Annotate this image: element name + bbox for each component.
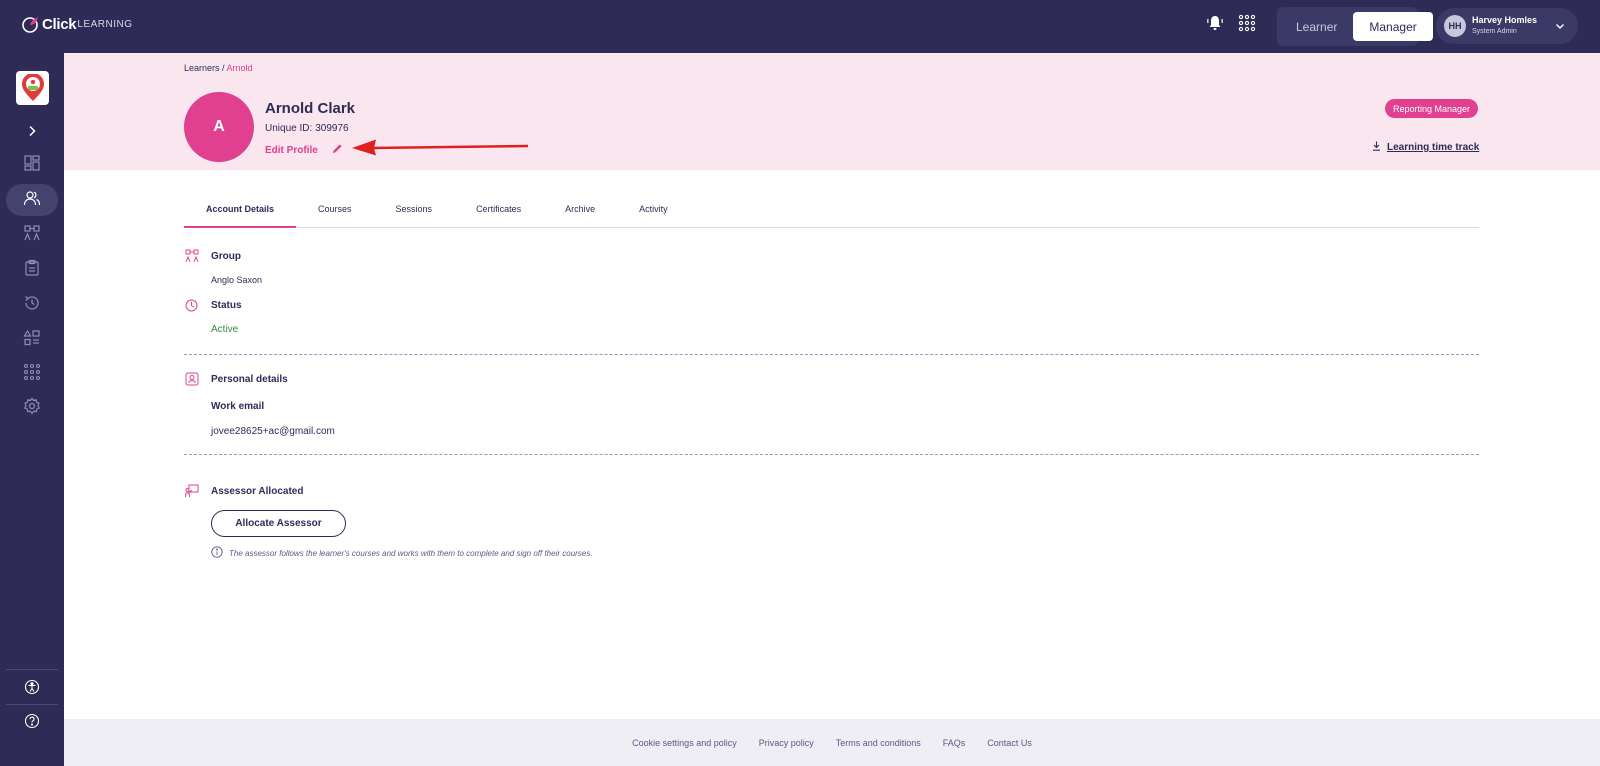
pencil-icon[interactable] <box>332 143 343 157</box>
status-value: Active <box>211 324 239 335</box>
history-icon <box>23 294 41 317</box>
apps-grid-icon[interactable] <box>1238 14 1256 37</box>
tab-account-details[interactable]: Account Details <box>184 196 297 228</box>
group-icon <box>185 249 199 268</box>
learning-time-track-link[interactable]: Learning time track <box>1372 141 1479 154</box>
brand-learning-text: LEARNING <box>77 18 133 30</box>
sidebar-item-learners[interactable] <box>6 184 58 216</box>
learning-time-track-label: Learning time track <box>1387 142 1480 153</box>
clipboard-icon <box>23 259 41 282</box>
accessibility-icon <box>24 679 40 700</box>
work-email-label: Work email <box>211 401 265 412</box>
help-icon <box>24 713 40 734</box>
brand-logo[interactable]: Click LEARNING <box>20 14 132 34</box>
tab-sessions[interactable]: Sessions <box>374 196 455 228</box>
info-icon <box>211 546 223 560</box>
unique-id-label: Unique ID: <box>265 123 313 134</box>
settings-icon <box>23 397 41 420</box>
sidebar-item-history[interactable] <box>6 289 58 321</box>
allocate-assessor-button[interactable]: Allocate Assessor <box>211 510 346 537</box>
unique-id: Unique ID: 309976 <box>265 123 349 134</box>
section-divider <box>184 454 1479 455</box>
annotation-arrow <box>352 138 530 161</box>
dashboard-icon <box>23 154 41 177</box>
edit-profile-label: Edit Profile <box>265 144 318 156</box>
sidebar-item-tasks[interactable] <box>6 254 58 286</box>
organization-logo[interactable] <box>16 71 49 105</box>
breadcrumb: Learners / Arnold <box>184 63 253 73</box>
footer-link-terms[interactable]: Terms and conditions <box>836 738 921 748</box>
footer-link-faqs[interactable]: FAQs <box>943 738 966 748</box>
tab-archive[interactable]: Archive <box>543 196 617 228</box>
work-email-value: jovee28625+ac@gmail.com <box>211 426 335 437</box>
apps-grid-icon <box>23 363 41 386</box>
role-switch: Learner Manager <box>1277 7 1433 46</box>
tab-courses[interactable]: Courses <box>296 196 374 228</box>
sidebar <box>0 53 64 766</box>
sidebar-item-apps[interactable] <box>6 358 58 390</box>
learner-avatar: A <box>184 92 254 162</box>
sidebar-item-reports[interactable] <box>6 324 58 356</box>
status-clock-icon <box>185 299 198 317</box>
top-bar: Click LEARNING Learner Manager HH Harvey… <box>0 0 1600 53</box>
breadcrumb-current: Arnold <box>226 63 253 73</box>
assessor-hint: The assessor follows the learner's cours… <box>211 546 592 560</box>
sidebar-divider <box>6 669 58 670</box>
sidebar-divider <box>6 704 58 705</box>
profile-tabs: Account Details Courses Sessions Certifi… <box>184 196 1479 228</box>
assessor-allocated-label: Assessor Allocated <box>211 486 304 497</box>
sidebar-item-help[interactable] <box>6 707 58 739</box>
assessor-hint-text: The assessor follows the learner's cours… <box>229 548 593 558</box>
user-name: Harvey Homles <box>1472 15 1538 25</box>
footer: Cookie settings and policy Privacy polic… <box>64 719 1600 766</box>
sidebar-item-accessibility[interactable] <box>6 673 58 705</box>
sidebar-item-groups[interactable] <box>6 219 58 251</box>
user-role: System Admin <box>1472 28 1517 35</box>
chevron-right-icon <box>25 124 39 143</box>
breadcrumb-separator: / <box>219 63 227 73</box>
chevron-down-icon[interactable] <box>1554 19 1566 37</box>
learners-icon <box>23 189 41 212</box>
brand-leaf-icon <box>20 14 40 34</box>
user-avatar: HH <box>1444 15 1466 37</box>
sidebar-expand-button[interactable] <box>6 117 58 149</box>
breadcrumb-learners-link[interactable]: Learners <box>184 63 220 73</box>
user-menu[interactable]: HH Harvey Homles System Admin <box>1436 8 1578 44</box>
assessor-icon <box>185 484 199 503</box>
footer-link-privacy[interactable]: Privacy policy <box>759 738 814 748</box>
brand-click-text: Click <box>42 15 77 33</box>
reports-icon <box>23 329 41 352</box>
footer-link-cookie[interactable]: Cookie settings and policy <box>632 738 737 748</box>
groups-icon <box>23 224 41 247</box>
sidebar-item-dashboard[interactable] <box>6 149 58 181</box>
section-divider <box>184 354 1479 355</box>
unique-id-value: 309976 <box>315 123 349 134</box>
personal-details-label: Personal details <box>211 374 288 385</box>
personal-details-icon <box>185 372 199 391</box>
tab-activity[interactable]: Activity <box>617 196 690 228</box>
notifications-bell-icon[interactable] <box>1206 14 1224 37</box>
download-icon <box>1372 141 1381 154</box>
role-manager-button[interactable]: Manager <box>1353 12 1433 41</box>
group-value: Anglo Saxon <box>211 275 263 285</box>
role-learner-button[interactable]: Learner <box>1280 12 1353 41</box>
edit-profile-link[interactable]: Edit Profile <box>265 143 343 157</box>
status-label: Status <box>211 300 242 311</box>
learner-name: Arnold Clark <box>265 100 356 117</box>
group-label: Group <box>211 251 241 262</box>
footer-link-contact[interactable]: Contact Us <box>987 738 1032 748</box>
top-icons <box>1206 14 1256 37</box>
sidebar-item-settings[interactable] <box>6 392 58 424</box>
tab-certificates[interactable]: Certificates <box>454 196 543 228</box>
reporting-manager-badge: Reporting Manager <box>1385 99 1479 118</box>
